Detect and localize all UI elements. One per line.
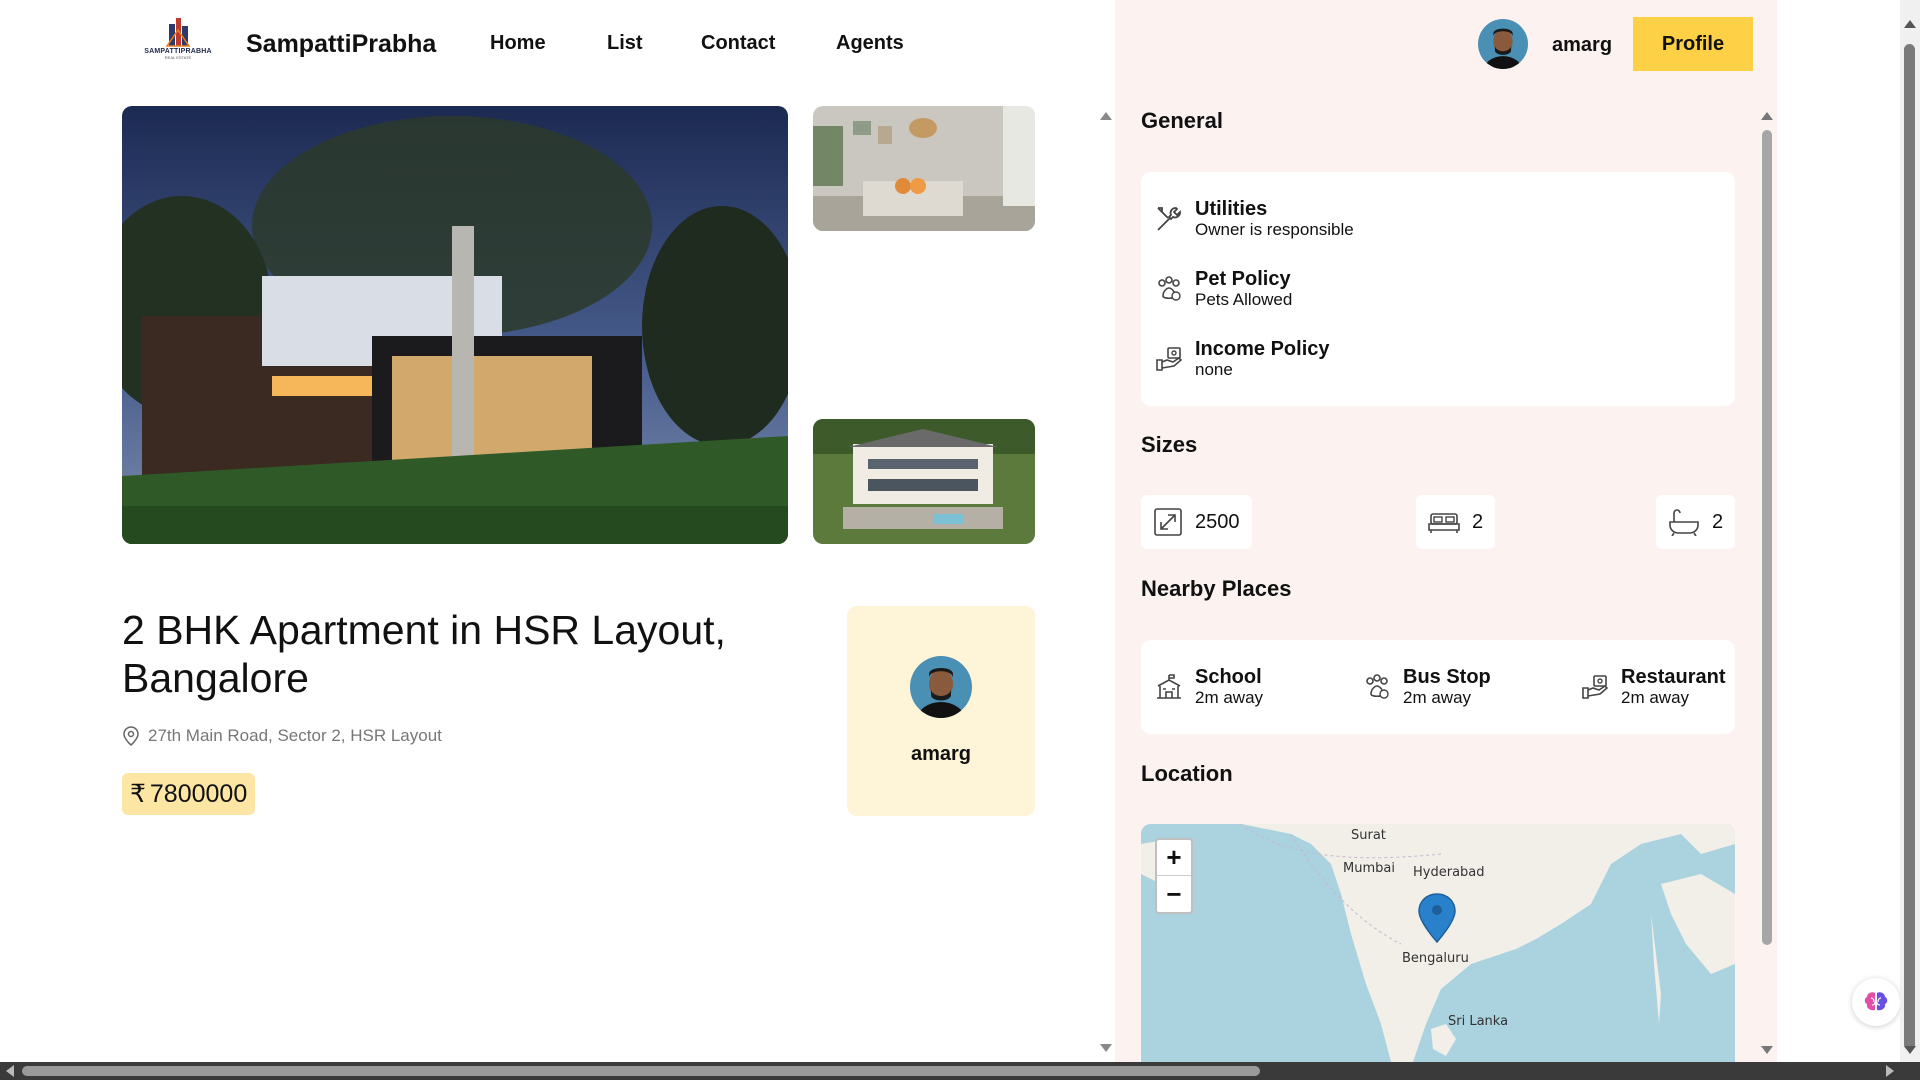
- school-icon: [1153, 671, 1185, 703]
- bathtub-icon: [1669, 509, 1699, 536]
- panel-scrollbar-thumb[interactable]: [1762, 130, 1772, 945]
- property-title: 2 BHK Apartment in HSR Layout, Bangalore: [122, 607, 726, 701]
- page-horizontal-scroll-thumb[interactable]: [22, 1066, 1260, 1076]
- header: SAMPATTIPRABHA REAL ESTATE SampattiPrabh…: [0, 0, 1115, 90]
- area-value: 2500: [1195, 510, 1240, 533]
- logo-subtext: REAL ESTATE: [164, 55, 192, 60]
- page-vertical-scroll-thumb[interactable]: [1904, 44, 1915, 1050]
- price-value: 7800000: [149, 779, 248, 808]
- nearby-restaurant: Restaurant 2m away: [1579, 666, 1725, 708]
- nearby-desc: 2m away: [1195, 688, 1264, 707]
- rupee-icon: ₹: [130, 780, 146, 808]
- map-label-hyderabad: Hyderabad: [1413, 865, 1485, 880]
- nearby-card: School 2m away Bus Stop 2m away Restaura…: [1141, 640, 1735, 734]
- bedroom-image: [813, 106, 1035, 231]
- nearby-bus-stop: Bus Stop 2m away: [1361, 666, 1491, 708]
- income-icon: [1153, 343, 1185, 375]
- nearby-desc: 2m away: [1621, 688, 1690, 707]
- zoom-in-button[interactable]: +: [1157, 840, 1191, 876]
- property-address: 27th Main Road, Sector 2, HSR Layout: [122, 726, 442, 746]
- feature-desc: none: [1195, 360, 1233, 379]
- nearby-title: School: [1195, 666, 1262, 688]
- profile-button[interactable]: Profile: [1633, 17, 1753, 71]
- user-avatar[interactable]: [1478, 19, 1528, 69]
- logo-text: SAMPATTIPRABHA: [144, 48, 212, 55]
- size-bathrooms: 2: [1656, 495, 1736, 549]
- location-map[interactable]: + − Surat Mumbai Hyderabad Bengaluru Sri…: [1141, 824, 1735, 1062]
- map-label-sri-lanka: Sri Lanka: [1448, 1014, 1509, 1029]
- feature-income-policy: Income Policy none: [1153, 338, 1330, 380]
- map-label-bengaluru: Bengaluru: [1402, 951, 1469, 966]
- sizes-heading: Sizes: [1141, 432, 1198, 457]
- map-label-surat: Surat: [1351, 828, 1386, 843]
- nearby-school: School 2m away: [1153, 666, 1263, 708]
- feature-desc: Owner is responsible: [1195, 220, 1354, 239]
- map-label-mumbai: Mumbai: [1343, 861, 1395, 876]
- owner-card[interactable]: amarg: [847, 606, 1035, 816]
- nearby-heading: Nearby Places: [1141, 576, 1292, 601]
- page-scroll-up-icon[interactable]: [1904, 20, 1916, 28]
- page-scroll-left-icon[interactable]: [6, 1065, 14, 1077]
- user-name[interactable]: amarg: [1552, 34, 1612, 57]
- map-zoom-control: + −: [1155, 838, 1193, 914]
- area-expand-icon: [1154, 508, 1182, 536]
- owner-avatar: [910, 656, 972, 718]
- logo[interactable]: SAMPATTIPRABHA REAL ESTATE: [138, 16, 218, 72]
- nav-agents[interactable]: Agents: [836, 32, 904, 55]
- feature-title: Pet Policy: [1195, 268, 1291, 290]
- map-tiles: [1141, 824, 1735, 1062]
- main-property-image: [122, 106, 788, 544]
- location-pin-icon: [123, 726, 139, 746]
- feature-title: Utilities: [1195, 198, 1268, 220]
- general-heading: General: [1141, 108, 1223, 133]
- size-bedrooms: 2: [1416, 495, 1496, 549]
- feature-pet-policy: Pet Policy Pets Allowed: [1153, 268, 1292, 310]
- address-text: 27th Main Road, Sector 2, HSR Layout: [148, 726, 442, 745]
- panel-scroll-down-icon[interactable]: [1761, 1046, 1773, 1054]
- zoom-out-button[interactable]: −: [1157, 876, 1191, 912]
- feature-title: Income Policy: [1195, 338, 1330, 360]
- nav-home[interactable]: Home: [490, 32, 546, 55]
- utilities-icon: [1153, 203, 1185, 235]
- nearby-title: Bus Stop: [1403, 666, 1491, 688]
- panel-scroll-up-icon[interactable]: [1761, 112, 1773, 120]
- feature-utilities: Utilities Owner is responsible: [1153, 198, 1354, 240]
- feature-desc: Pets Allowed: [1195, 290, 1293, 309]
- left-scroll-down-icon[interactable]: [1100, 1044, 1112, 1052]
- bed-icon: [1428, 513, 1460, 533]
- price-badge: ₹ 7800000: [122, 773, 256, 815]
- location-heading: Location: [1141, 761, 1233, 786]
- extension-brain-icon[interactable]: [1852, 978, 1900, 1026]
- size-area: 2500: [1141, 495, 1252, 549]
- nav-list[interactable]: List: [607, 32, 643, 55]
- brand-name[interactable]: SampattiPrabha: [246, 30, 436, 59]
- villa-image: [813, 419, 1035, 544]
- restaurant-icon: [1579, 671, 1611, 703]
- logo-building-icon: [165, 18, 191, 47]
- page-scroll-down-icon[interactable]: [1904, 1046, 1916, 1054]
- pet-icon: [1153, 273, 1185, 305]
- bathrooms-value: 2: [1712, 510, 1724, 533]
- bus-stop-icon: [1361, 671, 1393, 703]
- bedrooms-value: 2: [1472, 510, 1484, 533]
- page-scroll-right-icon[interactable]: [1886, 1065, 1894, 1077]
- nav-contact[interactable]: Contact: [701, 32, 775, 55]
- general-card: Utilities Owner is responsible Pet Polic…: [1141, 172, 1735, 406]
- nearby-title: Restaurant: [1621, 666, 1726, 688]
- nearby-desc: 2m away: [1403, 688, 1472, 707]
- owner-name: amarg: [910, 743, 972, 765]
- left-scroll-up-icon[interactable]: [1100, 112, 1112, 120]
